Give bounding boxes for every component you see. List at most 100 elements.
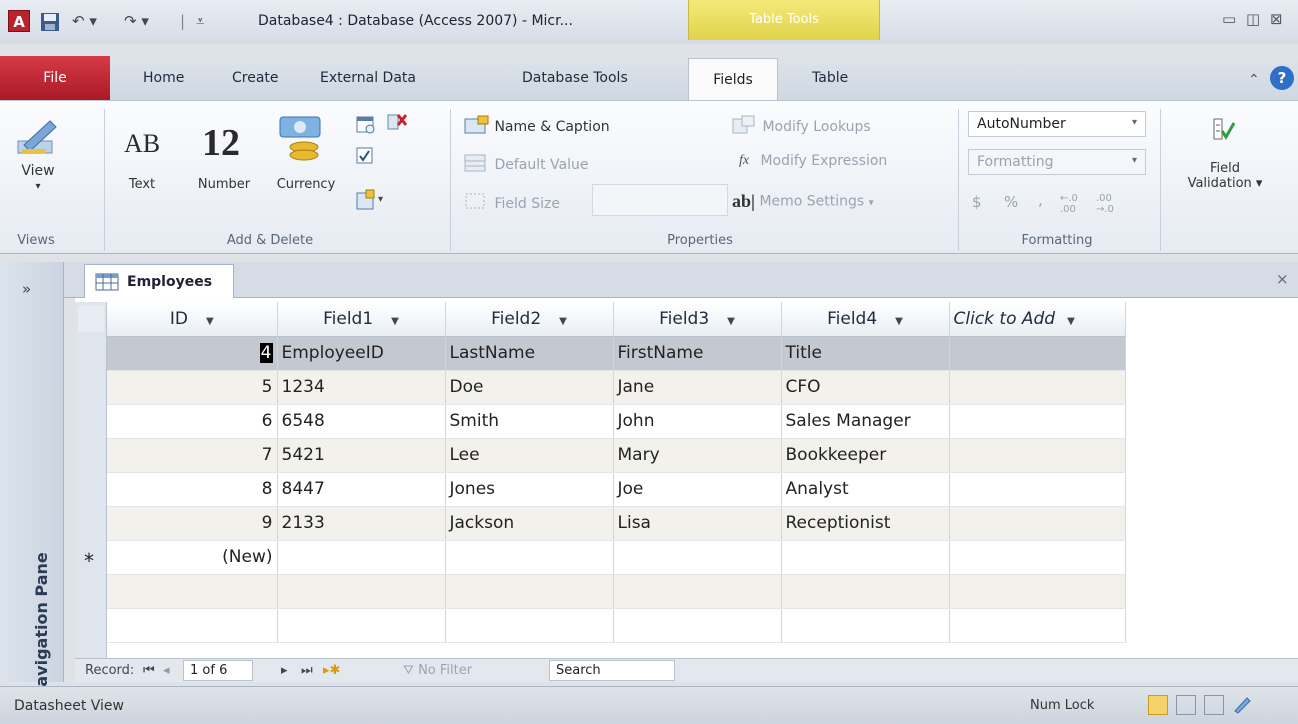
expand-nav-pane-icon[interactable]: » bbox=[22, 280, 31, 298]
yes-no-field-icon[interactable] bbox=[356, 147, 374, 169]
field2-cell[interactable]: LastName bbox=[445, 336, 614, 371]
tab-fields[interactable]: Fields bbox=[688, 58, 778, 102]
field1-cell[interactable]: 2133 bbox=[277, 506, 446, 541]
column-header-field2[interactable]: Field2 ▼ bbox=[445, 302, 614, 337]
add-column-cell[interactable] bbox=[949, 336, 1126, 371]
field-validation-button[interactable]: Field Validation ▾ bbox=[1162, 161, 1288, 191]
minimize-ribbon-icon[interactable]: ⌃ bbox=[1248, 72, 1260, 88]
navigation-pane[interactable]: » Navigation Pane bbox=[0, 262, 64, 700]
last-record-icon[interactable]: ⏭ bbox=[301, 663, 313, 678]
table-row[interactable]: 9 2133 Jackson Lisa Receptionist bbox=[107, 506, 1126, 541]
search-input[interactable]: Search bbox=[549, 660, 675, 681]
field1-cell[interactable]: 8447 bbox=[277, 472, 446, 507]
table-row[interactable]: 7 5421 Lee Mary Bookkeeper bbox=[107, 438, 1126, 473]
add-column-cell[interactable] bbox=[949, 404, 1126, 439]
tab-create[interactable]: Create bbox=[232, 70, 279, 86]
field1-cell[interactable]: 1234 bbox=[277, 370, 446, 405]
add-column-cell[interactable] bbox=[949, 370, 1126, 405]
undo-icon[interactable]: ↶ ▾ bbox=[72, 12, 97, 30]
modify-lookups-button[interactable]: Modify Lookups bbox=[732, 115, 871, 139]
currency-field-button[interactable]: Currency bbox=[262, 177, 350, 192]
tab-external-data[interactable]: External Data bbox=[320, 70, 416, 86]
column-header-field1[interactable]: Field1 ▼ bbox=[277, 302, 446, 337]
currency-format-button[interactable]: $ bbox=[972, 193, 982, 211]
chevron-down-icon[interactable]: ▼ bbox=[559, 316, 567, 327]
minimize-icon[interactable]: ▭ bbox=[1222, 10, 1236, 28]
id-cell[interactable]: 8 bbox=[107, 472, 278, 507]
customize-toolbar-icon[interactable]: ⩡ bbox=[196, 12, 204, 30]
comma-format-button[interactable]: , bbox=[1038, 191, 1043, 209]
column-header-id[interactable]: ID ▼ bbox=[107, 302, 278, 337]
save-icon[interactable] bbox=[40, 12, 60, 36]
field4-cell[interactable]: Bookkeeper bbox=[781, 438, 950, 473]
percent-format-button[interactable]: % bbox=[1004, 193, 1018, 211]
number-field-button[interactable]: Number bbox=[188, 177, 260, 192]
field1-cell[interactable]: EmployeeID bbox=[277, 336, 446, 371]
new-record-row[interactable]: (New) bbox=[107, 540, 1126, 575]
chevron-down-icon[interactable]: ▼ bbox=[727, 316, 735, 327]
next-record-icon[interactable]: ▸ bbox=[281, 663, 288, 678]
field1-cell[interactable] bbox=[277, 540, 446, 575]
field3-cell[interactable]: Lisa bbox=[613, 506, 782, 541]
add-column-cell[interactable] bbox=[949, 540, 1126, 575]
new-record-cell[interactable]: (New) bbox=[107, 540, 278, 575]
field4-cell[interactable]: Sales Manager bbox=[781, 404, 950, 439]
table-row[interactable]: 8 8447 Jones Joe Analyst bbox=[107, 472, 1126, 507]
filter-status[interactable]: ⛛ No Filter bbox=[403, 663, 472, 678]
default-value-button[interactable]: Default Value bbox=[464, 153, 589, 177]
tab-file[interactable]: File bbox=[0, 56, 110, 100]
restore-icon[interactable]: ◫ bbox=[1246, 10, 1260, 28]
close-window-icon[interactable]: ⊠ bbox=[1270, 10, 1283, 28]
view-icon[interactable] bbox=[14, 115, 60, 165]
field4-cell[interactable]: Analyst bbox=[781, 472, 950, 507]
id-cell[interactable]: 7 bbox=[107, 438, 278, 473]
field4-cell[interactable]: Title bbox=[781, 336, 950, 371]
first-record-icon[interactable]: ⏮ bbox=[143, 663, 155, 678]
field-size-input[interactable] bbox=[592, 184, 728, 216]
access-app-icon[interactable]: A bbox=[8, 10, 30, 32]
field2-cell[interactable]: Lee bbox=[445, 438, 614, 473]
chevron-down-icon[interactable]: ▼ bbox=[206, 316, 214, 327]
field4-cell[interactable] bbox=[781, 540, 950, 575]
format-dropdown[interactable]: Formatting ▾ bbox=[968, 149, 1146, 175]
field2-cell[interactable]: Smith bbox=[445, 404, 614, 439]
add-column-cell[interactable] bbox=[949, 438, 1126, 473]
data-type-dropdown[interactable]: AutoNumber ▾ bbox=[968, 111, 1146, 137]
field4-cell[interactable]: CFO bbox=[781, 370, 950, 405]
modify-expression-button[interactable]: fx Modify Expression bbox=[732, 153, 887, 169]
field2-cell[interactable]: Jones bbox=[445, 472, 614, 507]
id-cell[interactable]: 4 bbox=[107, 336, 278, 371]
id-cell[interactable]: 5 bbox=[107, 370, 278, 405]
field3-cell[interactable] bbox=[613, 540, 782, 575]
more-fields-icon[interactable]: ▾ bbox=[356, 189, 386, 215]
increase-decimals-icon[interactable]: ←.0.00 bbox=[1060, 193, 1078, 215]
field2-cell[interactable]: Doe bbox=[445, 370, 614, 405]
name-caption-button[interactable]: Name & Caption bbox=[464, 115, 610, 139]
pivot-chart-view-icon[interactable] bbox=[1204, 695, 1224, 715]
field2-cell[interactable]: Jackson bbox=[445, 506, 614, 541]
view-dropdown-icon[interactable]: ▾ bbox=[8, 181, 68, 192]
view-button[interactable]: View bbox=[8, 163, 68, 179]
tab-database-tools[interactable]: Database Tools bbox=[522, 70, 628, 86]
redo-icon[interactable]: ↷ ▾ bbox=[124, 12, 149, 30]
column-header-click-to-add[interactable]: Click to Add ▼ bbox=[949, 302, 1126, 337]
previous-record-icon[interactable]: ◂ bbox=[163, 663, 170, 678]
add-column-cell[interactable] bbox=[949, 506, 1126, 541]
field1-cell[interactable]: 6548 bbox=[277, 404, 446, 439]
delete-field-icon[interactable] bbox=[386, 111, 408, 137]
decrease-decimals-icon[interactable]: .00 →.0 bbox=[1096, 193, 1114, 215]
help-icon[interactable]: ? bbox=[1270, 66, 1294, 90]
table-row[interactable]: 6 6548 Smith John Sales Manager bbox=[107, 404, 1126, 439]
field1-cell[interactable]: 5421 bbox=[277, 438, 446, 473]
chevron-down-icon[interactable]: ▼ bbox=[1067, 316, 1075, 327]
new-record-icon[interactable]: ▸✱ bbox=[323, 663, 340, 678]
field3-cell[interactable]: John bbox=[613, 404, 782, 439]
date-time-field-icon[interactable] bbox=[356, 115, 376, 139]
current-record-field[interactable]: 1 of 6 bbox=[183, 660, 253, 681]
tab-home[interactable]: Home bbox=[143, 70, 184, 86]
column-header-field3[interactable]: Field3 ▼ bbox=[613, 302, 782, 337]
chevron-down-icon[interactable]: ▼ bbox=[895, 316, 903, 327]
select-all-button[interactable] bbox=[78, 306, 104, 332]
table-row[interactable]: 5 1234 Doe Jane CFO bbox=[107, 370, 1126, 405]
datasheet-view-icon[interactable] bbox=[1148, 695, 1168, 715]
